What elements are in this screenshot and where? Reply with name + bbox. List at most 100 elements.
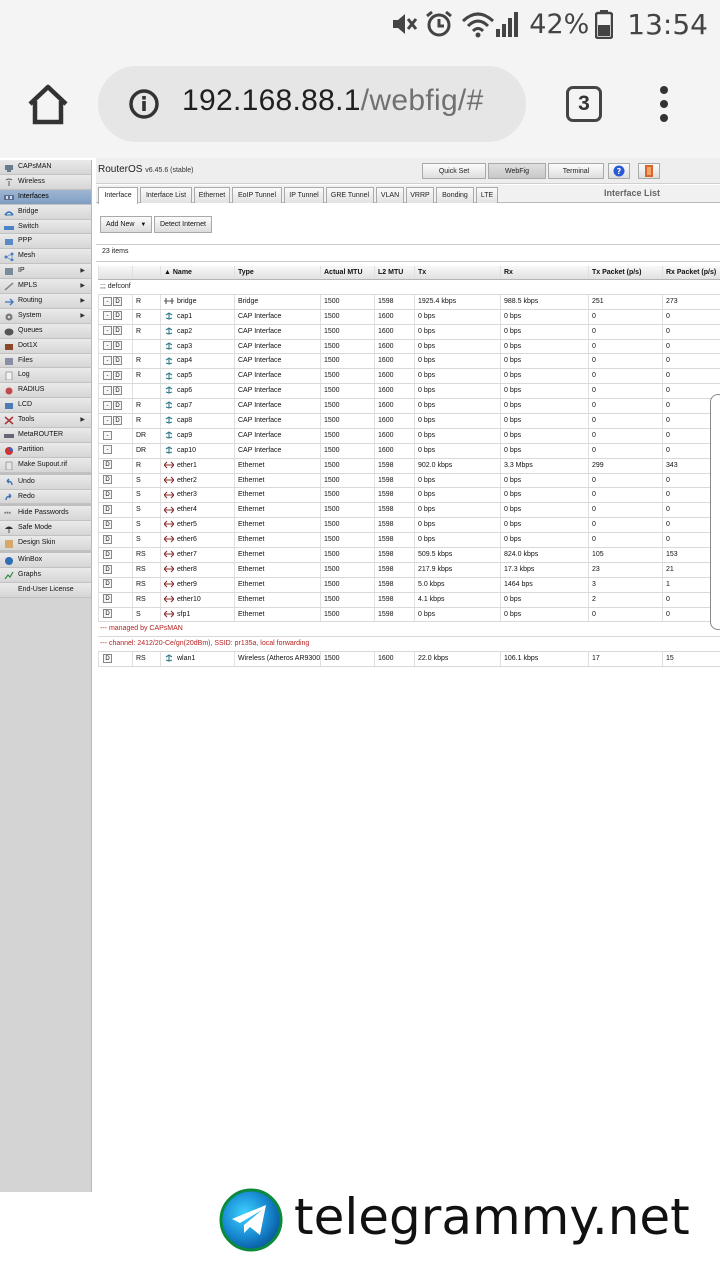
sidebar-item-tools[interactable]: Tools ▶	[0, 413, 91, 429]
disable-button[interactable]: -	[103, 445, 112, 455]
sidebar-item-queues[interactable]: Queues	[0, 323, 91, 339]
row-name[interactable]: ether10	[160, 592, 234, 607]
delete-button[interactable]: D	[103, 564, 112, 574]
row-name[interactable]: ether1	[160, 458, 234, 473]
help-button[interactable]: ?	[608, 163, 630, 179]
table-row[interactable]: - D Rcap1 CAP Interface 1500 1600 0 bps 0 bps 0 0	[98, 309, 720, 325]
tab-eoip-tunnel[interactable]: EoIP Tunnel	[232, 187, 282, 203]
delete-button[interactable]: D	[113, 341, 122, 351]
sidebar-item-system[interactable]: System ▶	[0, 308, 91, 324]
row-name[interactable]: cap2	[160, 324, 234, 339]
row-name[interactable]: bridge	[160, 294, 234, 309]
sidebar-item-radius[interactable]: RADIUS	[0, 383, 91, 399]
column-header-actual-mtu[interactable]: Actual MTU	[320, 266, 374, 279]
tab-gre-tunnel[interactable]: GRE Tunnel	[326, 187, 374, 203]
scrollbar-handle[interactable]	[710, 394, 720, 630]
table-row[interactable]: D RS wlan1 Wireless (Atheros AR9300) 1500 160…	[98, 652, 720, 668]
terminal-button[interactable]: Terminal	[548, 163, 604, 179]
info-icon[interactable]	[128, 88, 160, 120]
sidebar-item-graphs[interactable]: Graphs	[0, 568, 91, 583]
sidebar-item-routing[interactable]: Routing ▶	[0, 294, 91, 309]
sidebar-item-files[interactable]: Files	[0, 353, 91, 369]
disable-button[interactable]: -	[103, 400, 112, 410]
sidebar-item-bridge[interactable]: Bridge	[0, 204, 91, 220]
sidebar-item-mpls[interactable]: MPLS ▶	[0, 279, 91, 295]
add-new-button[interactable]: Add New ▼	[100, 216, 153, 233]
row-name[interactable]: ether3	[160, 488, 234, 503]
disable-button[interactable]: -	[103, 341, 112, 351]
delete-button[interactable]: D	[113, 385, 122, 395]
delete-button[interactable]: D	[103, 653, 112, 663]
table-row[interactable]: - D Rcap4 CAP Interface 1500 1600 0 bps 0 bps 0 0	[98, 354, 720, 370]
table-row[interactable]: D RS ether8 Ethernet 1500 1598 217.9 kbps 17.3 …	[98, 562, 720, 578]
sidebar-item-dot1x[interactable]: Dot1X	[0, 338, 91, 354]
table-row[interactable]: D Sether4 Ethernet 1500 1598 0 bps 0 bps 0 0	[98, 503, 720, 519]
column-header-tx-packet[interactable]: Tx Packet (p/s)	[588, 266, 662, 279]
table-row[interactable]: - D Rcap7 CAP Interface 1500 1600 0 bps 0 bps 0 0	[98, 399, 720, 415]
row-name[interactable]: cap8	[160, 414, 234, 428]
table-row[interactable]: - Dcap6 CAP Interface 1500 1600 0 bps 0 bps 0 0	[98, 384, 720, 400]
row-name[interactable]: ether2	[160, 473, 234, 488]
sidebar-item-winbox[interactable]: WinBox	[0, 553, 91, 569]
sidebar-item-capsman[interactable]: CAPsMAN	[0, 160, 91, 175]
column-header-l2-mtu[interactable]: L2 MTU	[374, 266, 414, 279]
column-header-name[interactable]: ▲ Name	[160, 266, 234, 279]
column-header-rx[interactable]: Rx	[500, 266, 588, 279]
table-row[interactable]: - D Rcap8 CAP Interface 1500 1600 0 bps 0 bps 0 0	[98, 414, 720, 429]
disable-button[interactable]: -	[103, 296, 112, 306]
sidebar-item-redo[interactable]: Redo	[0, 489, 91, 505]
table-row[interactable]: D Sether3 Ethernet 1500 1598 0 bps 0 bps 0 0	[98, 488, 720, 504]
address-bar[interactable]: 192.168.88.1/webfig/#	[98, 66, 526, 142]
tab-ethernet[interactable]: Ethernet	[194, 187, 230, 203]
row-name[interactable]: ether8	[160, 562, 234, 577]
row-name[interactable]: cap10	[160, 443, 234, 458]
delete-button[interactable]: D	[103, 460, 112, 470]
table-row[interactable]: - DR cap9 CAP Interface 1500 1600 0 bps 0 bps 0 0	[98, 428, 720, 444]
row-name[interactable]: wlan1	[160, 652, 234, 667]
delete-button[interactable]: D	[103, 609, 112, 619]
sidebar-item-lcd[interactable]: LCD	[0, 398, 91, 414]
row-name[interactable]: cap4	[160, 354, 234, 369]
tab-bonding[interactable]: Bonding	[436, 187, 474, 203]
disable-button[interactable]: -	[103, 326, 112, 336]
sidebar-item-hide-passwords[interactable]: *** Hide Passwords	[0, 506, 91, 522]
row-name[interactable]: cap9	[160, 428, 234, 443]
delete-button[interactable]: D	[113, 400, 122, 410]
row-name[interactable]: cap3	[160, 339, 234, 354]
delete-button[interactable]: D	[113, 311, 122, 321]
table-row[interactable]: D Ssfp1 Ethernet 1500 1598 0 bps 0 bps 0 0	[98, 607, 720, 623]
delete-button[interactable]: D	[103, 490, 112, 500]
tab-interface[interactable]: Interface	[98, 187, 138, 204]
row-name[interactable]: ether4	[160, 503, 234, 518]
delete-button[interactable]: D	[103, 594, 112, 604]
row-name[interactable]: cap6	[160, 384, 234, 399]
delete-button[interactable]: D	[103, 549, 112, 559]
tab-vlan[interactable]: VLAN	[376, 187, 404, 203]
sidebar-item-safe-mode[interactable]: Safe Mode	[0, 521, 91, 537]
tab-vrrp[interactable]: VRRP	[406, 187, 434, 203]
sidebar-item-end-user-license[interactable]: End-User License	[0, 582, 91, 598]
webfig-button[interactable]: WebFig	[488, 163, 546, 179]
column-header-rx-packet[interactable]: Rx Packet (p/s)	[662, 266, 720, 279]
column-header-type[interactable]: Type	[234, 266, 320, 279]
sidebar-item-partition[interactable]: Partition	[0, 442, 91, 458]
disable-button[interactable]: -	[103, 385, 112, 395]
disable-button[interactable]: -	[103, 415, 112, 425]
delete-button[interactable]: D	[103, 579, 112, 589]
tab-ip-tunnel[interactable]: IP Tunnel	[284, 187, 324, 203]
sidebar-item-interfaces[interactable]: Interfaces	[0, 189, 91, 205]
table-row[interactable]: D RS ether7 Ethernet 1500 1598 509.5 kbps 824.0…	[98, 548, 720, 563]
delete-button[interactable]: D	[113, 356, 122, 366]
more-menu-icon[interactable]	[654, 84, 674, 124]
table-row[interactable]: - D Rbridge Bridge 1500 1598 1925.4 kbps 988.5 …	[98, 294, 720, 310]
sidebar-item-ppp[interactable]: PPP	[0, 234, 91, 250]
detect-internet-button[interactable]: Detect Internet	[154, 216, 212, 233]
table-row[interactable]: - D Rcap2 CAP Interface 1500 1600 0 bps 0 bps 0 0	[98, 324, 720, 340]
sidebar-item-mesh[interactable]: Mesh	[0, 249, 91, 265]
quick-set-button[interactable]: Quick Set	[422, 163, 486, 179]
table-row[interactable]: D Sether5 Ethernet 1500 1598 0 bps 0 bps 0 0	[98, 518, 720, 534]
table-row[interactable]: D RS ether10 Ethernet 1500 1598 4.1 kbps 0 bps 2…	[98, 592, 720, 608]
delete-button[interactable]: D	[113, 296, 122, 306]
disable-button[interactable]: -	[103, 356, 112, 366]
sidebar-item-metarouter[interactable]: MetaROUTER	[0, 428, 91, 443]
